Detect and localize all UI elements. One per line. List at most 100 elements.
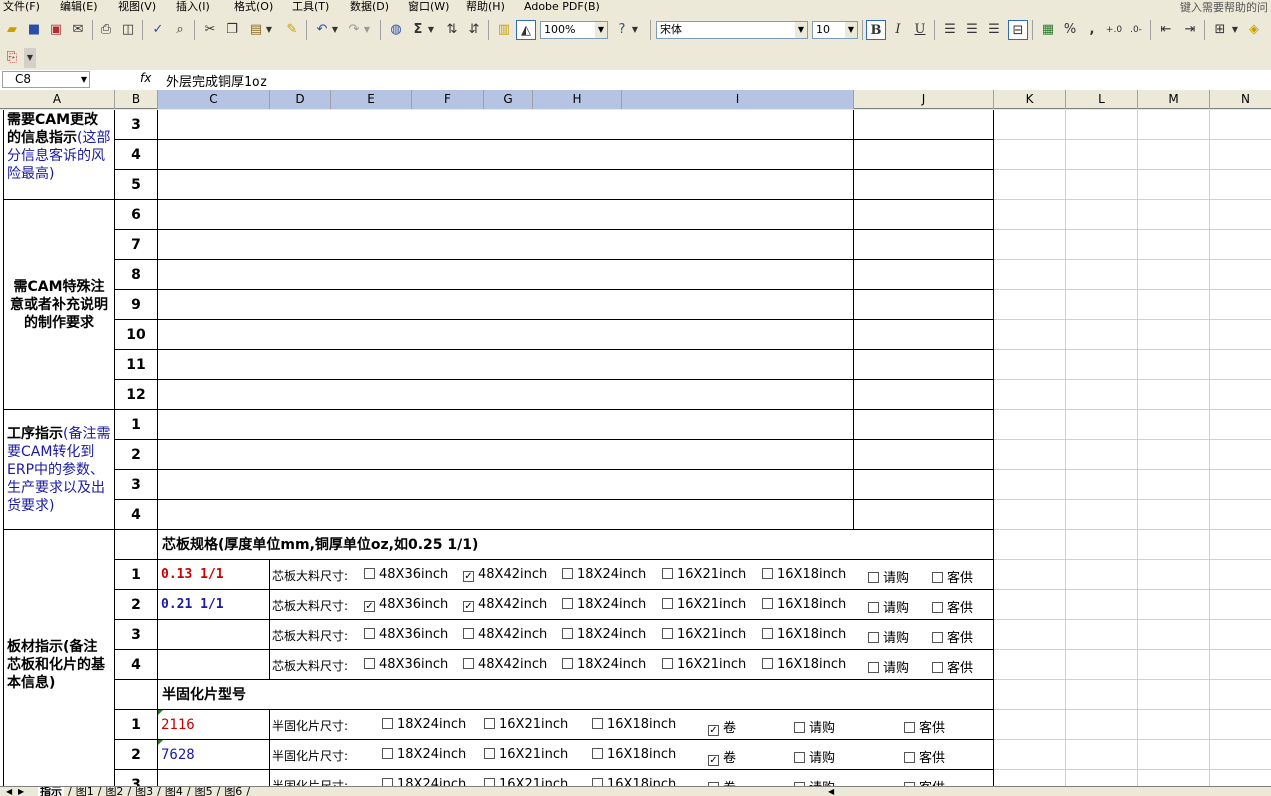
autosum-icon[interactable]: Σ [408,20,428,40]
core-spec-cell[interactable]: 0.13 1/1 [158,560,270,590]
input-cell[interactable] [158,410,854,440]
section-board[interactable]: 板材指示(备注芯板和化片的基本信息) [3,530,115,786]
input-cell[interactable] [158,320,854,350]
core-checkbox[interactable]: 客供 [932,597,973,616]
increase-indent-icon[interactable]: ⇥ [1180,20,1200,40]
core-checkbox[interactable]: 16X21inch [662,567,746,582]
column-header-j[interactable]: J [854,90,994,109]
align-center-icon[interactable]: ☰ [962,20,982,40]
core-checkbox[interactable]: ✓ 48X36inch [364,597,448,612]
format-painter-icon[interactable]: ✎ [282,20,302,40]
empty-cell[interactable] [115,680,158,710]
zoom-select[interactable]: 100% ▼ [540,21,608,39]
hyperlink-icon[interactable]: ◍ [386,20,406,40]
undo-icon[interactable]: ↶ [312,20,332,40]
menu-window[interactable]: 窗口(W) [408,0,449,13]
input-cell[interactable] [854,380,994,410]
input-cell[interactable] [854,500,994,530]
input-cell[interactable] [158,470,854,500]
core-checkbox[interactable]: 客供 [932,627,973,646]
core-checkbox[interactable]: 请购 [868,627,909,646]
core-checkbox[interactable]: 48X36inch [364,627,448,642]
pp-checkbox[interactable]: 16X21inch [484,717,568,732]
input-cell[interactable] [854,140,994,170]
worksheet-grid[interactable]: 需要CAM更改的信息指示(这部分信息客诉的风险最高) 需CAM特殊注意或者补充说… [0,110,1271,786]
column-header-l[interactable]: L [1066,90,1138,109]
menu-data[interactable]: 数据(D) [350,0,389,13]
align-left-icon[interactable]: ☰ [940,20,960,40]
input-cell[interactable] [158,110,854,140]
input-cell[interactable] [854,470,994,500]
input-cell[interactable] [158,380,854,410]
sheet-tab[interactable]: 指示 [38,787,64,796]
core-size-cell[interactable]: 芯板大料尺寸: 48X36inch ✓ 48X42inch 18X24inch 16X21… [270,560,994,590]
tab-scroll-next-icon[interactable]: ▶ [18,787,24,796]
copy-icon[interactable]: ❐ [222,20,242,40]
input-cell[interactable] [854,110,994,140]
input-cell[interactable] [158,170,854,200]
pp-checkbox[interactable]: 16X21inch [484,777,568,786]
font-size-select[interactable]: 10 ▼ [812,21,858,39]
pp-checkbox[interactable]: 18X24inch [382,717,466,732]
prepreg-size-cell[interactable]: 半固化片尺寸: 18X24inch 16X21inch 16X18inch ✓ 卷请购 客供 [270,710,994,740]
help-dropdown-icon[interactable]: ▼ [630,20,640,40]
input-cell[interactable] [854,320,994,350]
drawing-icon[interactable]: ◭ [516,20,536,40]
core-checkbox[interactable]: ✓ 48X42inch [463,597,547,612]
core-checkbox[interactable]: 16X18inch [762,627,846,642]
sheet-tab[interactable]: 图2 [105,787,123,796]
menu-view[interactable]: 视图(V) [118,0,156,13]
input-cell[interactable] [158,200,854,230]
pp-checkbox[interactable]: 请购 [794,777,835,786]
menu-edit[interactable]: 编辑(E) [60,0,98,13]
column-header-d[interactable]: D [270,90,331,109]
core-checkbox[interactable]: 18X24inch [562,597,646,612]
prepreg-type-cell[interactable]: 7628 [158,740,270,770]
sort-ascending-icon[interactable]: ⇅ [442,20,462,40]
italic-button[interactable]: I [888,20,908,40]
research-icon[interactable]: ⌕ [170,20,190,40]
column-header-c[interactable]: C [158,90,270,109]
menu-help[interactable]: 帮助(H) [466,0,505,13]
align-right-icon[interactable]: ☰ [984,20,1004,40]
spelling-icon[interactable]: ✓ [148,20,168,40]
core-checkbox[interactable]: 请购 [868,657,909,676]
toolbar-options-icon[interactable]: ▼ [24,48,36,68]
font-name-select[interactable]: 宋体 ▼ [656,21,808,39]
borders-icon[interactable]: ⊞ [1210,20,1230,40]
input-cell[interactable] [158,230,854,260]
pp-checkbox[interactable]: ✓ 卷 [708,717,736,736]
input-cell[interactable] [854,170,994,200]
core-checkbox[interactable]: 请购 [868,597,909,616]
core-checkbox[interactable]: 48X42inch [463,627,547,642]
bold-button[interactable]: B [866,20,886,40]
input-cell[interactable] [158,350,854,380]
redo-icon[interactable]: ↷ [344,20,364,40]
name-box[interactable]: C8 ▼ [2,71,90,88]
section-cam-change[interactable]: 需要CAM更改的信息指示(这部分信息客诉的风险最高) [3,110,115,200]
section-process[interactable]: 工序指示(备注需要CAM转化到ERP中的参数、生产要求以及出货要求) [3,410,115,530]
decrease-indent-icon[interactable]: ⇤ [1156,20,1176,40]
scroll-left-icon[interactable]: ◀ [828,787,834,796]
undo-dropdown-icon[interactable]: ▼ [330,20,340,40]
save-icon[interactable]: ■ [24,20,44,40]
column-header-n[interactable]: N [1210,90,1271,109]
input-cell[interactable] [158,140,854,170]
decrease-decimal-icon[interactable]: .0- [1126,20,1146,40]
open-icon[interactable]: ▰ [2,20,22,40]
input-cell[interactable] [854,260,994,290]
pp-checkbox[interactable]: 客供 [904,747,945,766]
underline-button[interactable]: U [910,20,930,40]
pp-checkbox[interactable]: 请购 [794,747,835,766]
input-cell[interactable] [854,410,994,440]
section-cam-special[interactable]: 需CAM特殊注意或者补充说明的制作要求 [3,200,115,410]
core-checkbox[interactable]: 48X36inch [364,567,448,582]
fx-icon[interactable]: fx [140,71,151,85]
column-header-m[interactable]: M [1138,90,1210,109]
chart-wizard-icon[interactable]: ▥ [494,20,514,40]
pp-checkbox[interactable]: 客供 [904,777,945,786]
pp-checkbox[interactable]: 18X24inch [382,777,466,786]
column-header-e[interactable]: E [331,90,412,109]
core-spec-cell[interactable] [158,650,270,680]
pp-checkbox[interactable]: 客供 [904,717,945,736]
